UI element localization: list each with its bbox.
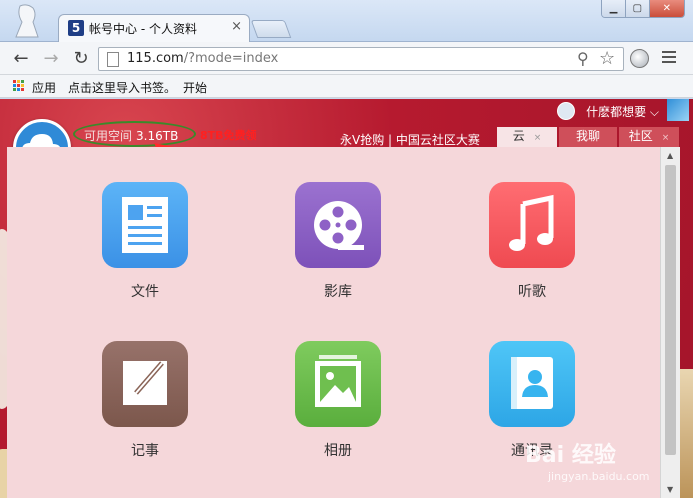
files-icon <box>102 182 188 268</box>
watermark-url: jingyan.baidu.com <box>548 470 650 483</box>
app-notes[interactable]: 记事 <box>102 341 188 460</box>
bookmark-import[interactable]: 点击这里导入书签。 <box>68 79 176 96</box>
close-window-icon[interactable]: ✕ <box>649 0 684 17</box>
app-movies[interactable]: 影库 <box>295 182 381 301</box>
bookmark-star-icon[interactable]: ☆ <box>599 48 615 69</box>
app-label: 影库 <box>324 284 352 300</box>
forward-arrow-icon[interactable]: → <box>40 48 62 70</box>
globe-icon[interactable] <box>630 49 649 68</box>
menu-icon[interactable] <box>662 51 676 65</box>
film-reel-icon <box>295 182 381 268</box>
watermark: Bai 经验 <box>525 443 616 468</box>
corner-logo-icon[interactable] <box>667 99 689 121</box>
scroll-thumb[interactable] <box>665 165 676 455</box>
new-tab-button[interactable] <box>250 20 292 38</box>
bookmark-start[interactable]: 开始 <box>183 79 207 96</box>
browser-toolbar: ← → ↻ 115.com/?mode=index ⚲ ☆ <box>0 42 693 75</box>
tab-title: 帐号中心 - 个人资料 <box>89 22 197 36</box>
app-label: 文件 <box>131 284 159 300</box>
web-page: 什麽都想要 ⌵ 可用空间 3.16TB 8TB免费领 永V抢购 | 中国云社区大赛… <box>0 99 693 498</box>
site-favicon-icon: 5 <box>68 20 84 36</box>
user-avatar[interactable] <box>557 102 575 120</box>
apps-grid-icon[interactable] <box>13 80 25 92</box>
tab-close-icon: × <box>533 133 542 143</box>
user-menu[interactable]: 什麽都想要 ⌵ <box>586 103 659 120</box>
user-profile-icon[interactable] <box>14 4 40 38</box>
tab-close-icon[interactable]: × <box>231 19 242 34</box>
search-magnifier-icon[interactable]: ⚲ <box>577 49 589 68</box>
scroll-up-icon[interactable]: ▲ <box>667 151 673 160</box>
minimize-icon[interactable]: ▁ <box>602 0 626 17</box>
tab-close-icon: × <box>661 133 670 143</box>
reload-icon[interactable]: ↻ <box>70 48 92 70</box>
music-note-icon <box>489 182 575 268</box>
vertical-scrollbar[interactable]: ▲ ▼ <box>660 147 680 498</box>
app-label: 相册 <box>324 443 352 459</box>
maximize-icon[interactable]: ▢ <box>625 0 650 17</box>
tab-community[interactable]: 社区 × <box>619 127 679 147</box>
contacts-book-icon <box>489 341 575 427</box>
browser-tab[interactable]: 5 帐号中心 - 个人资料 × <box>58 14 250 42</box>
url-text: 115.com/?mode=index <box>127 51 279 66</box>
ad-banner-text[interactable]: 永V抢购 | 中国云社区大赛 <box>340 131 480 148</box>
tab-cloud[interactable]: 云 × <box>497 127 557 147</box>
window-controls: ▁ ▢ ✕ <box>601 0 685 18</box>
back-arrow-icon[interactable]: ← <box>10 48 32 70</box>
notes-icon <box>102 341 188 427</box>
app-music[interactable]: 听歌 <box>489 182 575 301</box>
address-bar[interactable]: 115.com/?mode=index ⚲ ☆ <box>98 47 624 71</box>
page-icon <box>107 52 119 67</box>
app-label: 记事 <box>131 443 159 459</box>
title-bar: 5 帐号中心 - 个人资料 × ▁ ▢ ✕ <box>0 0 693 42</box>
photo-album-icon <box>295 341 381 427</box>
scroll-down-icon[interactable]: ▼ <box>667 485 673 494</box>
app-files[interactable]: 文件 <box>102 182 188 301</box>
app-label: 听歌 <box>518 284 546 300</box>
bookmarks-bar: 应用 点击这里导入书签。 开始 <box>0 75 693 98</box>
bookmark-apps[interactable]: 应用 <box>32 79 56 96</box>
tab-chat[interactable]: 我聊 <box>559 127 617 147</box>
app-photos[interactable]: 相册 <box>295 341 381 460</box>
